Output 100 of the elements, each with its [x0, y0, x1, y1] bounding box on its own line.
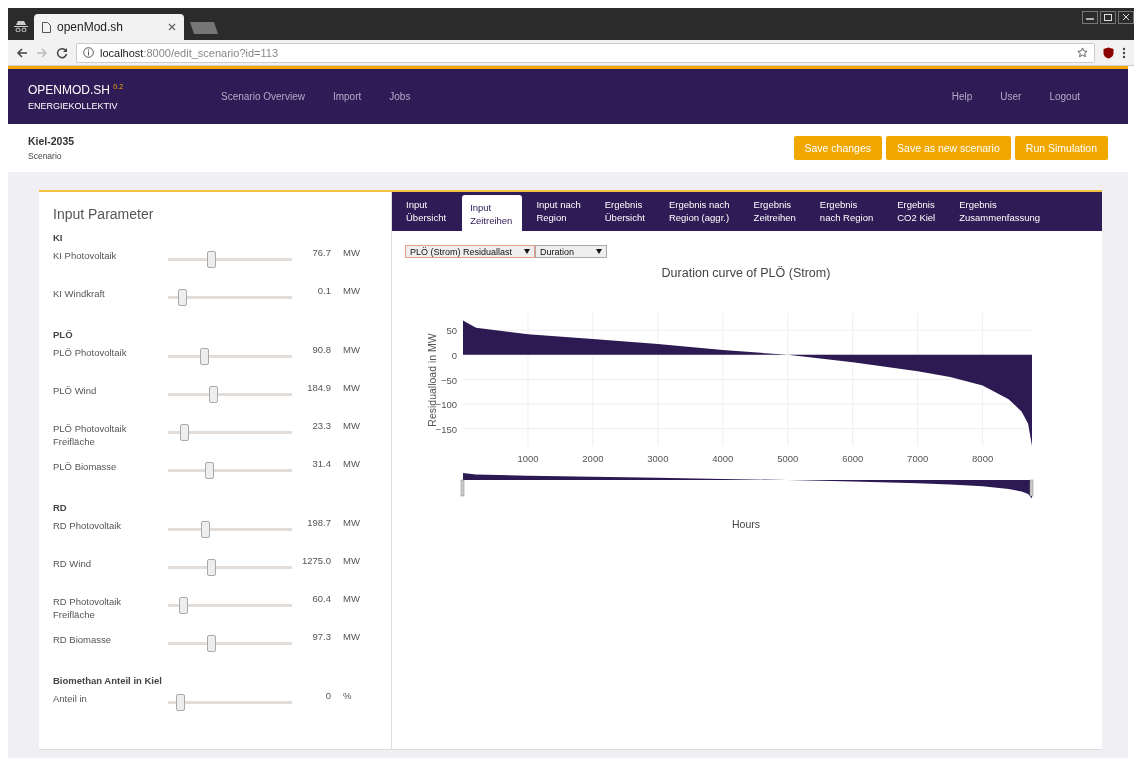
url-text: localhost:8000/edit_scenario?id=113 — [100, 46, 280, 59]
parameter-unit: MW — [343, 516, 361, 529]
parameter-unit: MW — [343, 630, 361, 643]
parameter-unit: MW — [343, 381, 361, 394]
tab[interactable]: Ergebnis CO2 Kiel — [889, 192, 946, 231]
parameter-value: 23.3 — [311, 419, 332, 432]
scenario-name: Kiel-2035 — [28, 135, 76, 147]
slider-thumb[interactable] — [207, 635, 217, 652]
x-tick-label: 1000 — [517, 453, 539, 464]
parameter-value: 1275.0 — [300, 554, 332, 567]
star-icon[interactable] — [1077, 47, 1088, 58]
tab[interactable]: Ergebnis nach Region — [811, 192, 884, 231]
parameter-label: Anteil in — [53, 692, 88, 705]
parameter-label: PLÖ Wind — [53, 384, 98, 397]
dropdown[interactable]: Duration — [535, 245, 607, 258]
slider-thumb[interactable] — [207, 251, 217, 268]
parameter-value: 184.9 — [306, 381, 332, 394]
range-handle[interactable] — [1029, 479, 1034, 497]
parameter-value: 60.4 — [311, 592, 332, 605]
parameter-value: 0 — [324, 689, 332, 702]
slider-thumb[interactable] — [208, 386, 218, 403]
info-icon — [83, 47, 94, 58]
page-icon — [42, 21, 51, 33]
brand-name: OPENMOD.SH $^{0.2}$ — [28, 82, 125, 97]
slider-thumb[interactable] — [177, 289, 187, 306]
caret-icon — [596, 249, 602, 254]
tab[interactable]: Input Übersicht — [398, 192, 457, 231]
parameter-unit: MW — [343, 246, 361, 259]
y-tick-label: −50 — [440, 374, 457, 386]
group-title: Biomethan Anteil in Kiel — [53, 675, 163, 686]
slider-thumb[interactable] — [176, 694, 186, 711]
tab[interactable]: Ergebnis nach Region (aggr.) — [660, 192, 740, 231]
nav-link[interactable]: User — [1000, 91, 1022, 102]
x-tick-label: 6000 — [842, 453, 864, 464]
group-title: RD — [53, 502, 68, 513]
shield-icon[interactable] — [1103, 46, 1114, 59]
parameter-unit: % — [343, 689, 353, 702]
parameter-unit: MW — [343, 419, 361, 432]
address-bar[interactable]: localhost:8000/edit_scenario?id=113 — [76, 42, 1095, 63]
slider-thumb[interactable] — [207, 559, 217, 576]
nav-link[interactable]: Logout — [1049, 91, 1080, 102]
x-tick-label: 8000 — [972, 453, 994, 464]
panel-title: Input Parameter — [53, 206, 155, 222]
reload-icon[interactable] — [56, 46, 68, 59]
parameter-unit: MW — [343, 554, 361, 567]
y-tick-label: −100 — [435, 399, 457, 411]
parameter-label: RD Photovoltaik — [53, 519, 123, 532]
x-tick-label: 2000 — [582, 453, 604, 464]
parameter-value: 90.8 — [311, 343, 332, 356]
x-tick-label: 3000 — [647, 453, 669, 464]
window-controls-icon — [1082, 11, 1134, 24]
parameter-value: 31.4 — [311, 457, 332, 470]
scenario-label: Scenario — [28, 151, 63, 161]
chart-title: Duration curve of PLÖ (Strom) — [661, 266, 831, 280]
parameter-label: KI Photovoltaik — [53, 249, 118, 262]
nav-link[interactable]: Scenario Overview — [221, 91, 305, 102]
slider-thumb[interactable] — [199, 348, 209, 365]
slider-thumb[interactable] — [201, 521, 211, 538]
y-tick-label: 0 — [451, 349, 457, 361]
parameter-label: RD Photovoltaik Freifläche — [53, 595, 123, 621]
forward-icon[interactable] — [36, 46, 48, 59]
tab[interactable]: Ergebnis Übersicht — [596, 192, 655, 231]
x-tick-label: 4000 — [712, 453, 734, 464]
new-tab-icon[interactable] — [190, 22, 218, 34]
tab[interactable]: Ergebnis Zusammenfassung — [951, 192, 1051, 231]
dropdown[interactable]: PLÖ (Strom) Residuallast — [405, 245, 535, 258]
parameter-label: PLÖ Biomasse — [53, 460, 118, 473]
x-tick-label: 7000 — [907, 453, 929, 464]
menu-icon[interactable] — [1122, 46, 1126, 59]
parameter-value: 0.1 — [316, 284, 332, 297]
parameter-label: RD Biomasse — [53, 633, 113, 646]
parameter-unit: MW — [343, 457, 361, 470]
nav-link[interactable]: Import — [332, 91, 362, 102]
nav-link[interactable]: Help — [951, 91, 973, 102]
group-title: PLÖ — [53, 329, 74, 340]
parameter-value: 97.3 — [311, 630, 332, 643]
slider-thumb[interactable] — [178, 597, 188, 614]
parameter-label: PLÖ Photovoltaik — [53, 346, 128, 359]
back-icon[interactable] — [16, 46, 28, 59]
slider-thumb[interactable] — [204, 462, 214, 479]
close-icon[interactable] — [168, 23, 176, 31]
parameter-unit: MW — [343, 343, 361, 356]
parameter-value: 198.7 — [306, 516, 332, 529]
tab[interactable]: Input nach Region — [528, 192, 591, 231]
parameter-unit: MW — [343, 592, 361, 605]
y-tick-label: 50 — [446, 325, 457, 337]
y-tick-label: −150 — [435, 423, 457, 435]
tab[interactable]: Ergebnis Zeitreihen — [745, 192, 806, 231]
range-handle[interactable] — [460, 479, 465, 497]
parameter-label: PLÖ Photovoltaik Freifläche — [53, 422, 128, 448]
group-title: KI — [53, 232, 64, 243]
tab[interactable]: Input Zeitreihen — [462, 195, 523, 231]
y-axis-title: Residualload in MW — [426, 333, 438, 427]
slider-thumb[interactable] — [180, 424, 190, 441]
caret-icon — [524, 249, 530, 254]
tab-title: openMod.sh — [57, 20, 125, 34]
nav-link[interactable]: Jobs — [389, 91, 411, 102]
browser-tab[interactable]: openMod.sh — [34, 14, 184, 40]
brand-subtitle: ENERGIEKOLLEKTIV — [28, 100, 119, 111]
parameter-unit: MW — [343, 284, 361, 297]
